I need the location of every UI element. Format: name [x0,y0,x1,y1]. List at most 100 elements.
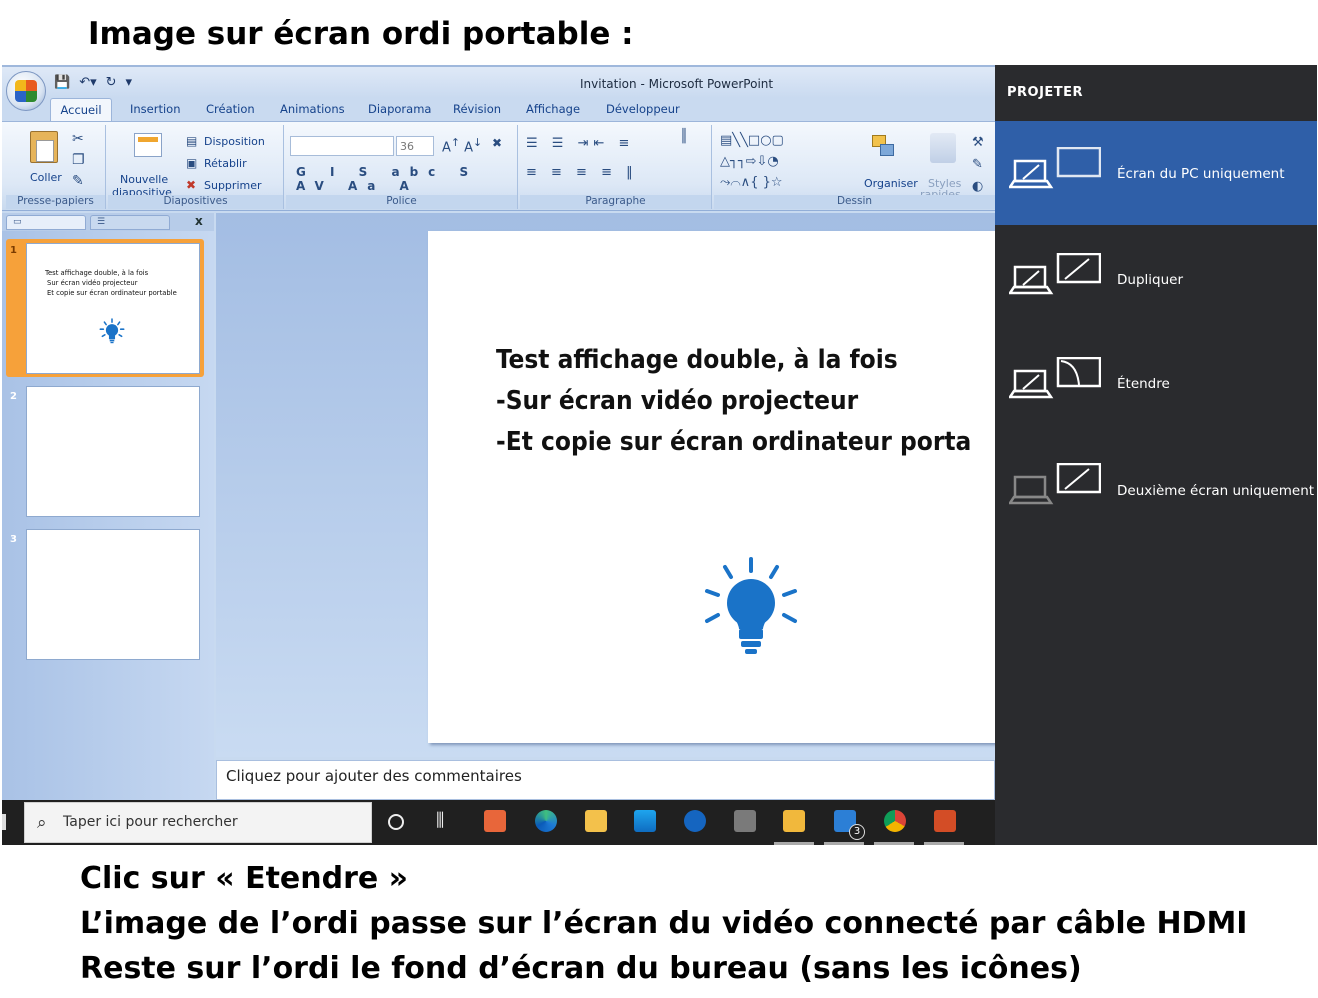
screen: 💾 ↶▾ ↻ ▾ Invitation - Microsoft PowerPoint … [2,65,1317,845]
slide-text-line[interactable]: Test affichage double, à la fois [496,345,898,375]
tab-animations[interactable]: Animations [280,102,345,116]
close-pane-button[interactable]: x [195,214,203,228]
text-direction-icon[interactable]: ║ [680,129,688,144]
group-font: 36 A↑ A↓ ✖ G I S abc S AV Aa A Police [286,125,518,209]
extend-icon [1009,357,1101,399]
tab-insertion[interactable]: Insertion [130,102,181,116]
bottom-caption: Clic sur « Etendre » L’image de l’ordi p… [80,856,1247,991]
copy-icon[interactable]: ❐ [72,152,85,168]
project-panel-title: PROJETER [1007,85,1084,100]
task-view-icon[interactable]: ⫼ [436,810,444,831]
slide-text-line[interactable]: -Et copie sur écran ordinateur porta [496,427,971,457]
shape-fill-icons[interactable]: ⚒ ✎ ◐ [972,132,984,198]
paste-icon[interactable] [30,131,58,163]
format-painter-icon[interactable]: ✎ [72,173,84,189]
align-icons[interactable]: ≡ ≡ ≡ ≡ ‖ [526,165,638,180]
office-button[interactable] [6,71,46,111]
slides-tab[interactable]: ▭ [6,215,86,230]
thumbnail-slide-1[interactable]: Test affichage double, à la fois Sur écr… [26,243,200,374]
tab-developpeur[interactable]: Développeur [606,102,680,116]
powerpoint-window: 💾 ↶▾ ↻ ▾ Invitation - Microsoft PowerPoint … [2,65,1028,800]
grow-font-icon[interactable]: A↑ A↓ [442,136,482,155]
project-option-extend[interactable]: Étendre [995,333,1317,437]
slide-text-line[interactable]: -Sur écran vidéo projecteur [496,386,858,416]
reset-button[interactable]: Rétablir [204,157,247,170]
tab-accueil[interactable]: Accueil [50,98,112,123]
bottom-caption-line: Reste sur l’ordi le fond d’écran du bure… [80,951,1082,986]
layout-button[interactable]: Disposition [204,135,265,148]
group-label-clipboard: Presse-papiers [6,195,105,209]
paste-button[interactable]: Coller [30,171,62,184]
delete-button[interactable]: Supprimer [204,179,262,192]
thumbnail-number: 1 [10,245,17,256]
list-icons[interactable]: ☰ ☰ ⇥⇤ ≡ [526,136,634,151]
project-option-label: Deuxième écran uniquement [1117,483,1315,499]
font-name-box[interactable] [290,136,394,156]
project-option-duplicate[interactable]: Dupliquer [995,227,1317,331]
thumbnail-text: Test affichage double, à la fois [45,269,149,277]
active-app-indicator [824,842,864,845]
new-slide-label-1[interactable]: Nouvelle [120,173,168,186]
notes-placeholder: Cliquez pour ajouter des commentaires [226,767,522,785]
reset-icon: ▣ [186,156,198,170]
project-option-second-only[interactable]: Deuxième écran uniquement [995,439,1317,543]
tab-creation[interactable]: Création [206,102,255,116]
arrange-button[interactable]: Organiser [864,177,918,190]
group-label-font: Police [286,195,517,209]
title-bar: 💾 ↶▾ ↻ ▾ Invitation - Microsoft PowerPoint [2,65,995,98]
thumbnail-text: Sur écran vidéo projecteur [47,279,138,287]
file-explorer-icon[interactable] [585,810,607,832]
notes-pane[interactable]: Cliquez pour ajouter des commentaires [216,760,995,800]
tab-diaporama[interactable]: Diaporama [368,102,431,116]
cut-icon[interactable]: ✂ [72,131,84,147]
teams-classroom-icon[interactable] [684,810,706,832]
start-button[interactable] [2,814,8,830]
tab-revision[interactable]: Révision [453,102,501,116]
group-drawing: ▤╲╲□○▢△┐┐⇨⇩◔⤳⌒∧{ }☆ Organiser Styles rap… [714,125,995,209]
calculator-icon[interactable] [734,810,756,832]
thumbnail-slide-2[interactable] [26,386,200,517]
new-slide-icon[interactable] [134,133,162,157]
font-size-box[interactable]: 36 [396,136,434,156]
search-icon: ⌕ [37,813,47,833]
project-option-label: Étendre [1117,376,1170,392]
store-icon[interactable] [634,810,656,832]
redo-icon[interactable]: ↻ [106,75,117,90]
thumbnail-slide-3[interactable] [26,529,200,660]
project-panel: PROJETER Écran du PC uniquement Duplique… [995,65,1317,845]
quick-styles-icon[interactable] [930,133,956,163]
save-icon[interactable]: 💾 [54,75,70,90]
lightbulb-icon [705,557,797,654]
taskbar-search[interactable]: ⌕ Taper ici pour rechercher [24,802,372,843]
active-app-indicator [774,842,814,845]
outlook-icon[interactable] [783,810,805,832]
active-app-indicator [924,842,964,845]
media-player-icon[interactable] [484,810,506,832]
shapes-gallery[interactable]: ▤╲╲□○▢ △┐┐⇨⇩◔ ⤳⌒∧{ }☆ [720,130,784,193]
second-screen-only-icon [1009,463,1101,505]
outline-tab[interactable]: ☰ [90,215,170,230]
active-app-indicator [874,842,914,845]
slide-editing-area: Test affichage double, à la fois -Sur éc… [216,213,1028,757]
text-format-icons[interactable]: G I S abc S AV Aa A [296,165,517,193]
customize-qat-icon[interactable]: ▾ [126,75,133,90]
undo-icon[interactable]: ↶▾ [79,75,96,90]
thumbnail-text: Et copie sur écran ordinateur portable [47,289,177,297]
pc-only-icon [1009,147,1101,189]
powerpoint-icon[interactable] [934,810,956,832]
thumbnail-number: 3 [10,534,17,545]
delete-icon: ✖ [186,178,197,192]
arrange-icon[interactable] [872,135,898,161]
window-title: Invitation - Microsoft PowerPoint [580,77,774,91]
office-logo-icon [15,80,37,102]
project-option-pc-only[interactable]: Écran du PC uniquement [995,121,1317,225]
search-input[interactable]: Taper ici pour rechercher [63,814,238,830]
clear-format-icon[interactable]: ✖ [492,136,502,150]
cortana-icon[interactable] [388,814,404,830]
slides-pane: 1 Test affichage double, à la fois Sur é… [2,231,214,800]
chrome-icon[interactable] [884,810,906,832]
taskbar: ⌕ Taper ici pour rechercher ⫼ 3 [2,800,995,845]
tab-affichage[interactable]: Affichage [526,102,580,116]
edge-browser-icon[interactable] [535,810,557,832]
current-slide[interactable]: Test affichage double, à la fois -Sur éc… [428,231,1028,743]
